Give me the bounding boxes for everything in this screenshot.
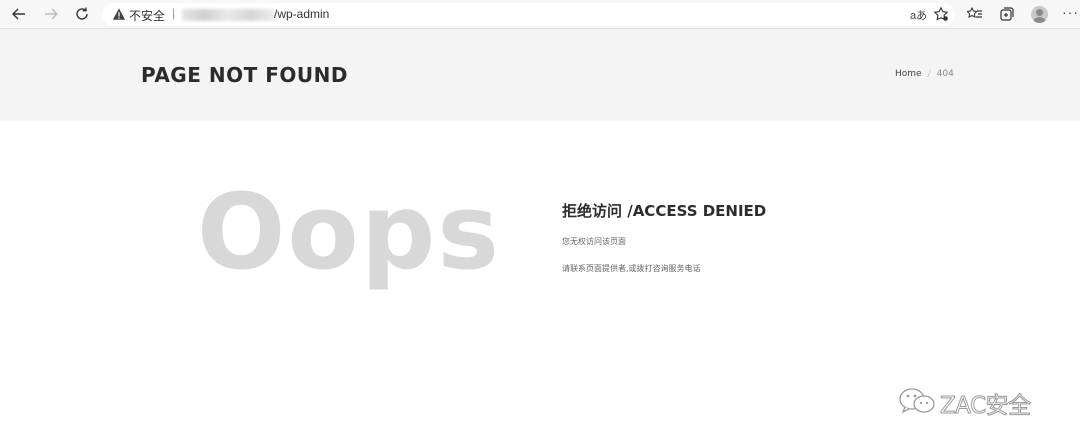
breadcrumb-divider: / [927, 69, 931, 79]
watermark-text: ZAC安全 [940, 393, 1032, 420]
access-denied-message: 您无权访问该页面 [562, 237, 626, 246]
collections-button[interactable] [998, 5, 1016, 23]
address-separator: | [172, 6, 176, 20]
contact-message: 请联系页面提供者,或拨打咨询服务电话 [562, 264, 701, 273]
page-title: PAGE NOT FOUND [141, 63, 348, 87]
address-bar[interactable]: 不安全 | /wp-admin aあ [102, 3, 955, 26]
watermark: ZAC安全 [897, 386, 1047, 420]
security-label[interactable]: 不安全 [129, 7, 165, 24]
url-text[interactable]: /wp-admin [274, 7, 329, 21]
page-header: PAGE NOT FOUND Home / 404 [0, 29, 1080, 121]
collections-icon [1000, 7, 1014, 21]
breadcrumb-current: 404 [936, 69, 954, 79]
forward-arrow-icon [45, 8, 58, 20]
reading-list-icon [967, 6, 982, 19]
blurred-domain [182, 9, 274, 21]
back-button[interactable] [8, 3, 30, 25]
forward-button[interactable] [40, 3, 62, 25]
access-denied-title: 拒绝访问 /ACCESS DENIED [562, 202, 767, 220]
refresh-icon [76, 7, 88, 20]
oops-heading: Oops [197, 171, 502, 293]
breadcrumb-home-link[interactable]: Home [895, 69, 922, 79]
back-arrow-icon [12, 8, 25, 20]
profile-avatar-icon[interactable] [1031, 6, 1048, 23]
read-aloud-button[interactable]: aあ [910, 7, 927, 23]
warning-icon [112, 8, 126, 20]
refresh-button[interactable] [71, 3, 93, 25]
favorite-star-icon[interactable] [933, 6, 949, 22]
reading-list-button[interactable] [966, 5, 984, 23]
browser-toolbar: 不安全 | /wp-admin aあ ··· [0, 0, 1080, 29]
breadcrumb: Home / 404 [895, 69, 954, 79]
wechat-icon [899, 388, 935, 414]
more-menu-icon[interactable]: ··· [1062, 4, 1079, 20]
